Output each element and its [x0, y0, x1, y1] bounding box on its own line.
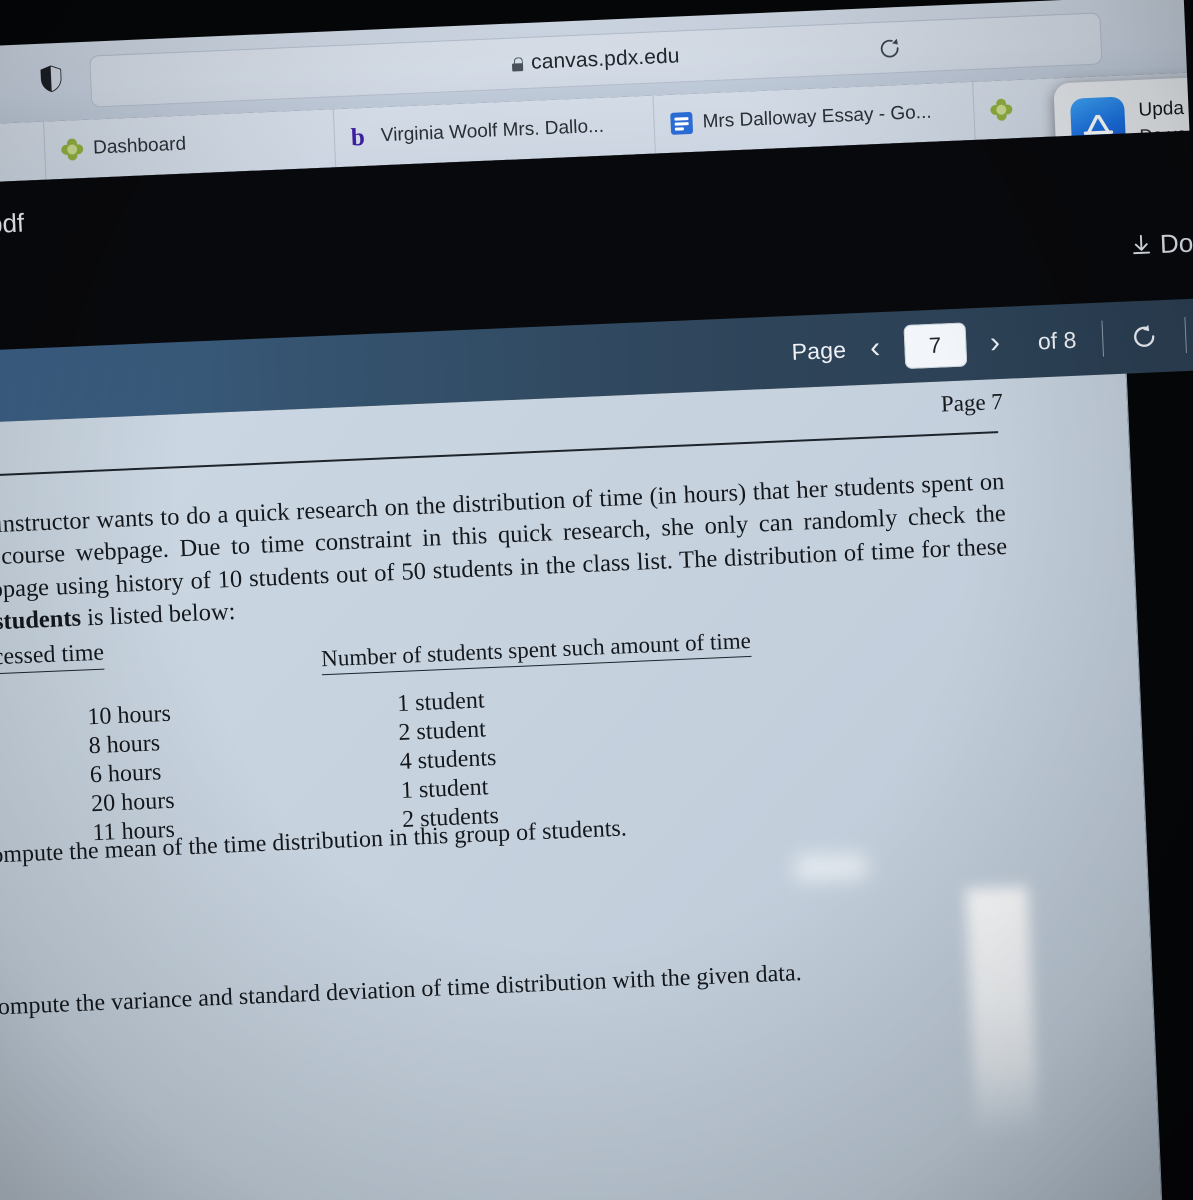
screen-glare — [965, 886, 1039, 1139]
canvas-icon — [990, 98, 1013, 121]
question-b-text: Compute the variance and standard deviat… — [0, 960, 803, 1022]
url-text: canvas.pdx.edu — [530, 44, 681, 74]
page-number-input[interactable]: 7 — [903, 322, 967, 370]
tab-label: Virginia Woolf Mrs. Dallo... — [380, 115, 605, 147]
total-pages-label: of 8 — [1037, 326, 1077, 354]
cell-accessed-time: 6 hours — [89, 759, 162, 789]
chevron-left-icon[interactable]: ‹ — [857, 331, 892, 366]
column-header-number-of-students: Number of students spent such amount of … — [320, 627, 752, 676]
toolbar-divider — [1101, 320, 1105, 357]
rotate-icon[interactable] — [1129, 321, 1160, 352]
google-docs-icon — [670, 111, 694, 135]
privacy-shield-icon[interactable] — [40, 65, 63, 93]
tab-label: Dashboard — [92, 133, 187, 159]
reload-icon[interactable] — [878, 37, 901, 60]
cell-accessed-time: 8 hours — [88, 730, 161, 760]
cell-accessed-time: 20 hours — [90, 787, 176, 818]
cell-accessed-time: 10 hours — [86, 700, 172, 731]
lock-icon — [512, 57, 524, 72]
chevron-right-icon[interactable]: › — [977, 325, 1012, 360]
screen-glare-secondary — [796, 853, 868, 883]
notification-title: Upda — [1138, 97, 1185, 121]
paragraph-before: An instructor wants to do a quick resear… — [0, 467, 1008, 605]
column-header-accessed-time: Accessed time — [0, 639, 105, 676]
tab-partial-left[interactable]: es.w... — [0, 121, 47, 187]
bartleby-b-icon: b — [350, 123, 366, 152]
paragraph-after: is listed below: — [80, 598, 236, 632]
tab-label: Mrs Dalloway Essay - Go... — [702, 101, 932, 133]
question-b: b. Compute the variance and standard dev… — [0, 960, 802, 1024]
download-button[interactable]: Downl — [1130, 226, 1193, 261]
download-icon — [1132, 234, 1150, 254]
page-label: Page — [791, 336, 847, 365]
distribution-table: Accessed time Number of students spent s… — [0, 601, 1018, 855]
pdf-document-page: Page 7 An instructor wants to do a quick… — [0, 373, 1166, 1200]
document-page-header: Page 7 — [940, 388, 1004, 417]
screen-content: canvas.pdx.edu es.w... Dashboard b — [0, 0, 1193, 1200]
toolbar-divider-right — [1184, 317, 1187, 354]
monitor-photo: canvas.pdx.edu es.w... Dashboard b — [0, 0, 1193, 1200]
download-label: Downl — [1159, 225, 1193, 260]
canvas-icon — [61, 138, 84, 161]
paragraph-bold: 10 students — [0, 604, 82, 637]
pdf-filename: 2.pdf — [0, 207, 25, 241]
header-rule — [0, 431, 999, 478]
